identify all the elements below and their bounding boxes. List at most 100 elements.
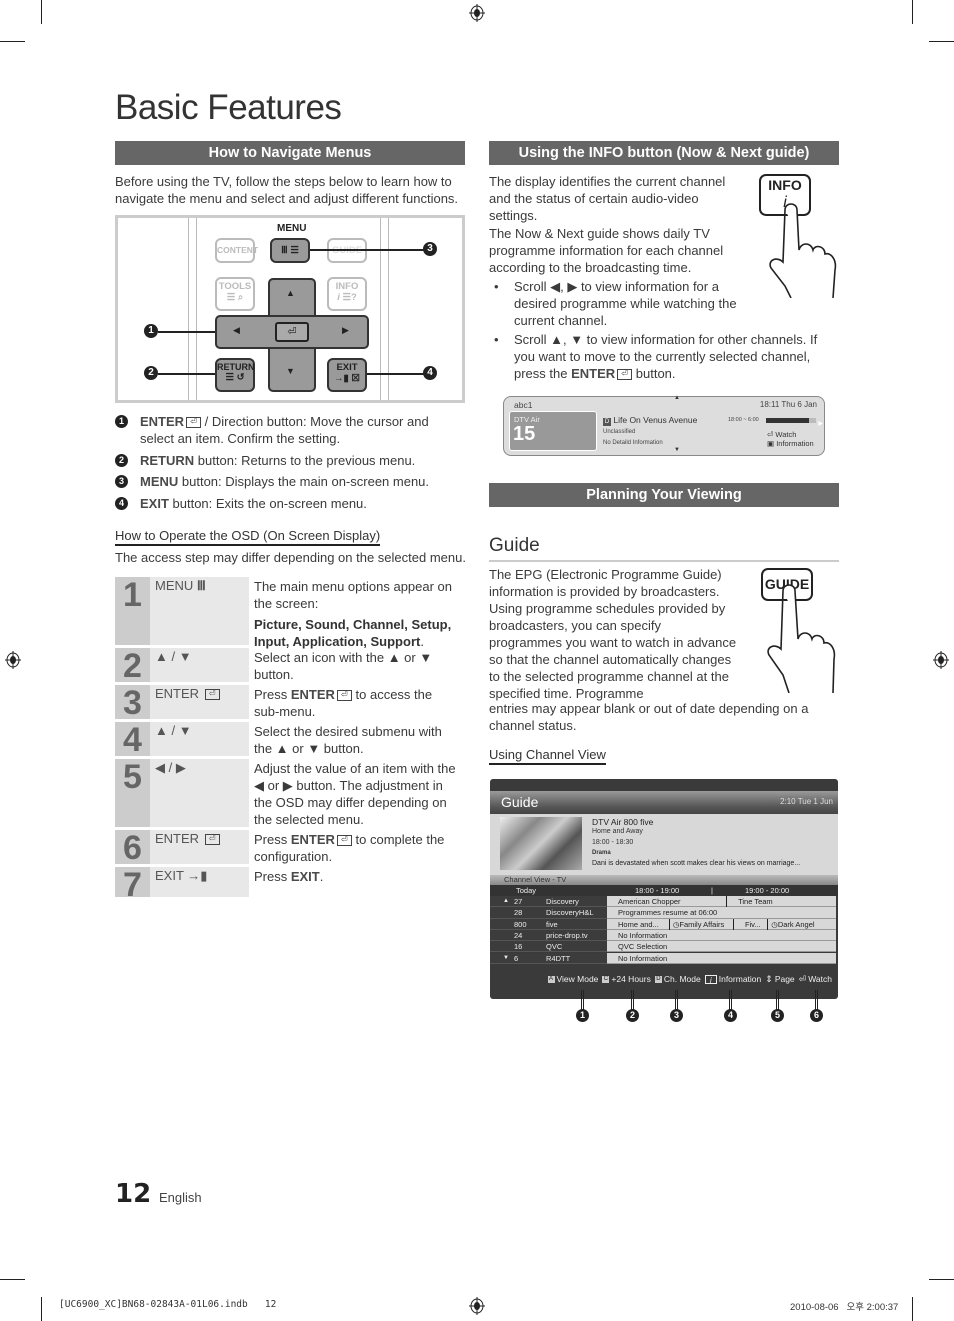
programme-title: Family Affairs [679,919,725,929]
now-next-osd: abc1 ▲ 18:11 Thu 6 Jan DTV Air 15 D Life… [503,395,825,456]
epg-programme-info: DTV Air 800 five Home and Away 18:00 - 1… [490,814,838,875]
channel-number: 15 [513,423,536,445]
epg-programme[interactable]: Tine Team [726,896,836,907]
osd-step: 5 ◀ / ▶ Adjust the value of an item with… [115,759,465,830]
epg-programme-cell: Home and... ◷Family Affairs Fiv... ◷Dark An… [607,918,836,930]
epg-title-bar: Guide 2:10 Tue 1 Jun [490,791,838,814]
info-button[interactable]: INFO i ☰? [327,277,367,311]
epg-clock: 2:10 Tue 1 Jun [780,797,833,806]
desc-text: The main menu options appear on the scre… [254,579,453,611]
enter-icon: ⏎ [336,690,352,702]
step-number: 6 [115,830,150,866]
hand-icon [767,584,836,693]
watch-hint[interactable]: ⏎ Watch [767,430,796,439]
callout-2: 2 [115,454,128,467]
step-key: MENU Ⅲ [150,577,249,645]
footer-hint[interactable]: ⇕ Page [765,974,794,984]
page-updown-icon: ⇕ [765,974,773,985]
step-number: 7 [115,867,150,903]
crop-mark [0,1279,25,1280]
callout-2: 2 [144,366,158,380]
footer-hint[interactable]: i Information [704,974,761,985]
info-bullet-2: • Scroll ▲, ▼ to view information for ot… [489,331,841,382]
tools-button[interactable]: TOOLS ☰ ⌕ [215,277,255,311]
epg-footer-legend: A View Mode C +24 Hours D Ch. Mode i Informatio… [547,974,832,985]
osd-step: 3 ENTER ⏎ Press ENTER ⏎ to access the sub… [115,685,465,722]
crop-mark [41,1297,42,1321]
osd-step: 7 EXIT →▮ Press EXIT. [115,867,465,903]
programme-thumbnail [500,817,582,870]
epg-programme[interactable]: No Information [607,953,836,964]
callout-4: 4 [724,1009,737,1022]
epg-channel-row[interactable]: 24 price-drop.tv No Information [490,929,838,942]
epg-programme-cell: No Information [607,952,836,964]
left-arrow-button[interactable]: ◀ [233,325,240,336]
footer-hint[interactable]: D Ch. Mode [654,974,701,984]
epg-channel-row[interactable]: 28 DiscoveryH&L Programmes resume at 06:00 [490,907,838,919]
enter-icon: ⏎ [336,835,352,847]
return-button[interactable]: RETURN ☰ ↺ [215,358,255,392]
enter-icon: ⏎ [186,417,202,429]
footer-hint[interactable]: A View Mode [547,974,598,984]
epg-channel-row[interactable]: ▲ 27 Discovery American Chopper Tine Team [490,896,838,908]
epg-programme[interactable]: QVC Selection [607,941,836,952]
footer-hint[interactable]: C +24 Hours [602,974,651,984]
epg-channel-row[interactable]: ▼ 6 R4DTT No Information [490,952,838,964]
down-arrow-button[interactable]: ▼ [286,366,295,376]
epg-channel-row[interactable]: 16 QVC QVC Selection [490,941,838,953]
callout-line [729,990,732,1010]
callout-1: 1 [115,415,128,428]
epg-programme[interactable]: ◷Dark Angel [767,918,836,930]
item-key: EXIT [140,496,169,511]
programme-title: Home and... [618,919,659,929]
crop-mark [912,0,913,24]
epg-programme[interactable]: ◷Family Affairs [668,918,733,930]
epg-channel-cell[interactable]: 24 price-drop.tv [490,929,607,942]
step-number: 3 [115,685,150,721]
footer-hint[interactable]: ⏎ Watch [799,974,832,984]
epg-programme[interactable]: Fiv... [732,918,767,930]
callout-1: 1 [144,324,158,338]
print-slug-left: [UC6900_XC]BN68-02843A-01L06.indb 12 [59,1299,277,1310]
channel-number: 27 [514,897,523,906]
epg-programme[interactable]: Programmes resume at 06:00 [607,907,836,918]
up-arrow-button[interactable]: ▲ [286,288,295,298]
epg-info-synopsis: Dani is devastated when scott makes clea… [592,860,801,867]
content-button[interactable]: CONTENT [215,238,258,263]
callout-line [367,373,425,375]
navigate-item-1: 1 ENTER ⏎ / Direction button: Move the cu… [115,413,465,447]
osd-step: 1 MENU Ⅲ The main menu options appear on… [115,577,465,649]
epg-info-genre: Drama [592,850,611,856]
menu-button[interactable]: Ⅲ ☰ [270,238,310,263]
channel-number: 24 [514,930,523,940]
epg-channel-cell[interactable]: 800 five [490,918,607,930]
print-slug-right: 2010-08-06 오후 2:00:37 [790,1302,899,1313]
col-day: Today [516,886,537,895]
step-number: 4 [115,722,150,758]
step-desc: Select the desired submenu with the ▲ or… [254,724,442,756]
crop-mark [912,1297,913,1321]
information-hint[interactable]: ▣ Information [767,439,814,448]
section-header-info: Using the INFO button (Now & Next guide) [489,141,839,165]
callout-line [158,331,215,333]
bullet-icon: • [494,332,499,347]
epg-channel-cell[interactable]: 28 DiscoveryH&L [490,907,607,919]
item-text: button: Exits the on-screen menu. [168,496,367,511]
enter-button[interactable]: ⏎ [275,322,309,342]
epg-programme[interactable]: No Information [607,930,836,941]
epg-channel-cell[interactable]: 16 QVC [490,941,607,953]
epg-channel-row[interactable]: 800 five Home and... ◷Family Affairs Fiv... ◷… [490,918,838,930]
scroll-right-icon: ▶ [818,421,823,427]
col-divider: | [711,886,713,895]
channel-number: 28 [514,908,523,918]
right-arrow-button[interactable]: ▶ [342,325,349,336]
navigate-intro: Before using the TV, follow the steps be… [115,174,459,206]
enter-icon: ⏎ [798,974,807,985]
exit-button[interactable]: EXIT →▮ ☒ [327,358,367,392]
epg-programme[interactable]: Home and... [607,919,669,930]
epg-guide-screen: Guide 2:10 Tue 1 Jun DTV Air 800 five Ho… [490,779,838,999]
epg-programme[interactable]: American Chopper [607,896,726,907]
epg-channel-cell[interactable]: ▲ 27 Discovery [490,896,607,908]
epg-title: Guide [501,794,539,810]
epg-channel-cell[interactable]: ▼ 6 R4DTT [490,952,607,964]
